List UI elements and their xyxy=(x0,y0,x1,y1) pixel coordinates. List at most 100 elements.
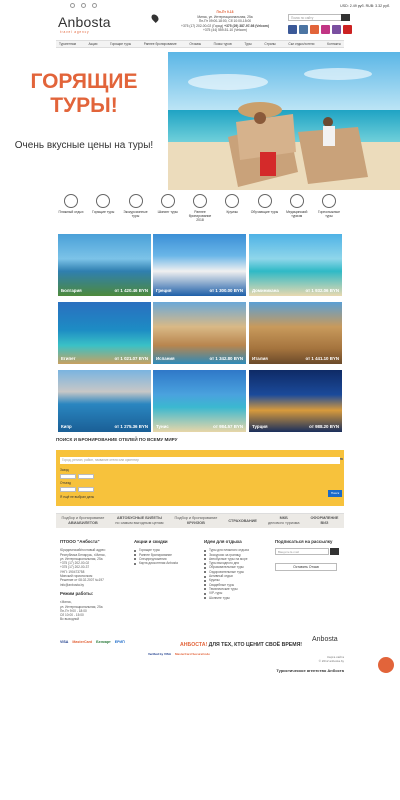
checkin-day-select[interactable] xyxy=(60,474,76,479)
footer-ideas: Идеи для отдыха Туры для пляжного отдыха… xyxy=(204,539,266,600)
destination-tile[interactable]: Тунис от 984.57 BYN xyxy=(153,370,246,432)
phone-mts[interactable]: +375 (44) 559-51-10 (Velcom) xyxy=(170,28,280,33)
social-links xyxy=(288,25,352,34)
header-contacts: Пн-Пт 9-18 Минск, ул. Интернациональная,… xyxy=(170,10,280,33)
destination-tile[interactable]: Египет от 1 021.07 BYN xyxy=(58,302,151,364)
destination-price: от 1 275.36 BYN xyxy=(114,424,148,429)
nav-item[interactable]: Акции xyxy=(89,42,98,46)
promo-link[interactable]: Карта дисконтная Anbosta xyxy=(134,561,194,565)
destination-tile[interactable]: Италия от 1 441.10 BYN xyxy=(249,302,342,364)
booking-title: ПОИСК И БРОНИРОВАНИЕ ОТЕЛЕЙ ПО ВСЕМУ МИР… xyxy=(56,437,178,442)
footer-logo[interactable]: Anbosta xyxy=(312,636,338,643)
category-excursions[interactable]: Экскурсионные туры xyxy=(121,194,151,222)
logo-tagline: travel agency xyxy=(60,30,90,34)
shopping-bag-icon xyxy=(160,194,175,208)
nav-item[interactable]: Турагентам xyxy=(59,42,76,46)
category-icons: Пляжный отдых Горящие туры Экскурсионные… xyxy=(56,194,344,222)
viber-icon[interactable] xyxy=(332,25,341,34)
nav-item[interactable]: Раннее бронирование xyxy=(144,42,177,46)
phone-icon[interactable] xyxy=(70,3,75,8)
category-early-booking[interactable]: Раннее бронирование 2018 xyxy=(185,194,215,222)
destination-name: Турция xyxy=(252,424,268,429)
service-insurance[interactable]: СТРАХОВАНИЕ xyxy=(228,519,257,524)
services-bar: Подбор и бронирование АВИАБИЛЕТОВ АВТОБУС… xyxy=(56,513,344,528)
skype-icon[interactable] xyxy=(92,3,97,8)
nav-item[interactable]: Поиск туров xyxy=(214,42,232,46)
ideas-title: Идеи для отдыха xyxy=(204,539,242,544)
hero-image xyxy=(168,52,400,190)
subscribe-button[interactable] xyxy=(330,548,339,556)
service-avia[interactable]: Подбор и бронирование АВИАБИЛЕТОВ xyxy=(62,516,105,525)
ship-icon xyxy=(225,194,240,208)
no-dates-checkbox[interactable]: Я ещё не выбрал даты xyxy=(60,495,94,499)
nav-item[interactable]: Отзывы xyxy=(189,42,201,46)
category-beach[interactable]: Пляжный отдых xyxy=(56,194,86,222)
secure-payment-logos: Verified by VISA MasterCard SecureCode xyxy=(148,652,210,656)
category-ski[interactable]: Горнолыжные туры xyxy=(314,194,344,222)
idea-link[interactable]: Шоппинг туры xyxy=(204,596,266,600)
site-search-input[interactable]: Поиск по сайту xyxy=(288,14,342,21)
category-cruises[interactable]: Круизы xyxy=(217,194,247,222)
destination-tile[interactable]: Доминикана от 1 932.06 BYN xyxy=(249,234,342,296)
destination-tile[interactable]: Кипр от 1 275.36 BYN xyxy=(58,370,151,432)
service-bus[interactable]: АВТОБУСНЫЕ БИЛЕТЫ по самым выгодным ценам xyxy=(115,516,163,525)
phone-city[interactable]: +375 (17) 202-00-02 (Город) xyxy=(181,24,223,28)
booking-search-button[interactable]: Поиск xyxy=(328,490,342,497)
destination-name: Тунис xyxy=(156,424,169,429)
odnoklassniki-icon[interactable] xyxy=(310,25,319,34)
facebook-icon[interactable] xyxy=(288,25,297,34)
youtube-icon[interactable] xyxy=(343,25,352,34)
category-label: Горящие туры xyxy=(92,210,115,214)
category-label: Горнолыжные туры xyxy=(318,210,340,218)
category-hot-tours[interactable]: Горящие туры xyxy=(88,194,118,222)
copyright-text: © 2012 anbosta.by xyxy=(318,659,344,663)
destination-price: от 1 441.10 BYN xyxy=(305,356,339,361)
mastercard-securecode-logo: MasterCard SecureCode xyxy=(175,652,210,656)
skier-icon xyxy=(322,194,336,208)
category-label: Раннее бронирование 2018 xyxy=(188,210,212,222)
service-line: делового туризма xyxy=(267,521,300,525)
currency-rates: USD: 2.49 руб. RUB: 3.32 руб. xyxy=(340,4,390,8)
fire-icon xyxy=(96,194,111,208)
service-mice[interactable]: МКБ делового туризма xyxy=(268,516,299,525)
service-cruise[interactable]: Подбор и бронирование КРУИЗОВ xyxy=(174,516,217,525)
category-label: Шопинг туры xyxy=(157,210,178,214)
chat-widget-button[interactable] xyxy=(378,657,394,673)
booking-destination-input[interactable]: Город, регион, район, название отеля или… xyxy=(60,457,340,464)
phone-velcom[interactable]: +375 (29) 387-97-98 (Velcom) xyxy=(224,24,269,28)
destination-tile[interactable]: Испания от 1 342.80 BYN xyxy=(153,302,246,364)
logo[interactable]: Anbosta xyxy=(58,14,111,30)
footer-copyright: Карта сайта © 2012 anbosta.by xyxy=(290,655,344,663)
destination-tile[interactable]: Греция от 1 300.00 BYN xyxy=(153,234,246,296)
nav-item[interactable]: Горящие туры xyxy=(110,42,131,46)
mail-icon[interactable] xyxy=(81,3,86,8)
checkout-day-select[interactable] xyxy=(60,487,76,492)
checkout-month-select[interactable] xyxy=(78,487,94,492)
category-label: Пляжный отдых xyxy=(58,210,84,214)
service-line: ОФОРМЛЕНИЕ xyxy=(310,516,339,521)
service-visa[interactable]: ОФОРМЛЕНИЕ ВИЗ xyxy=(310,516,338,525)
category-medical[interactable]: Медицинский туризм xyxy=(282,194,312,222)
nav-item[interactable]: Туры xyxy=(244,42,251,46)
erip-logo: ЕРИП xyxy=(114,640,125,644)
checkin-month-select[interactable] xyxy=(78,474,94,479)
instagram-icon[interactable] xyxy=(321,25,330,34)
hero-title: ГОРЯЩИЕ ТУРЫ! xyxy=(30,70,138,117)
destination-price: от 1 342.80 BYN xyxy=(209,356,243,361)
destination-price: от 984.57 BYN xyxy=(213,424,243,429)
nav-item[interactable]: Страны xyxy=(264,42,275,46)
category-shopping[interactable]: Шопинг туры xyxy=(153,194,183,222)
destination-tile[interactable]: Турция от 988.20 BYN xyxy=(249,370,342,432)
company-email[interactable]: info@anbosta.by xyxy=(60,583,122,587)
search-button[interactable] xyxy=(341,14,350,21)
destination-tile[interactable]: Болгария от 1 420.46 BYN xyxy=(58,234,151,296)
subscribe-email-input[interactable]: Введите E-mail xyxy=(275,548,329,556)
vk-icon[interactable] xyxy=(299,25,308,34)
category-education[interactable]: Обучающие туры xyxy=(250,194,280,222)
nav-item[interactable]: Ски отдых/хотели xyxy=(288,42,314,46)
footer-promos: Акции и скидки Горящие туры Раннее брони… xyxy=(134,539,194,565)
service-line: СТРАХОВАНИЕ xyxy=(228,518,257,523)
nav-item[interactable]: Контакты xyxy=(327,42,341,46)
review-button[interactable]: Оставить Отзыв xyxy=(275,563,337,572)
promos-title: Акции и скидки xyxy=(134,539,168,544)
